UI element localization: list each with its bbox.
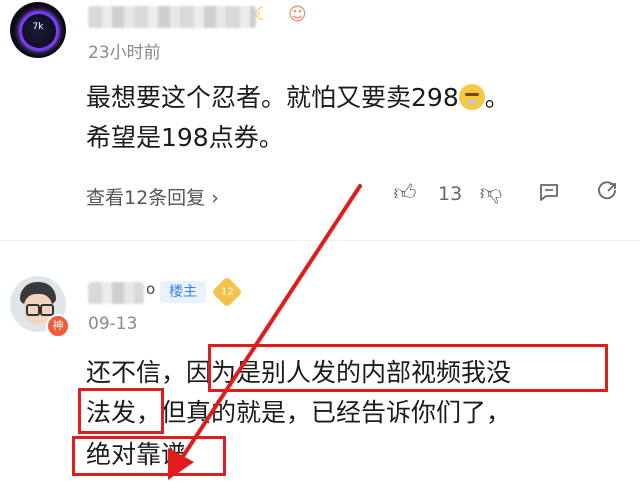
red-arrow-annotation: [168, 184, 362, 480]
